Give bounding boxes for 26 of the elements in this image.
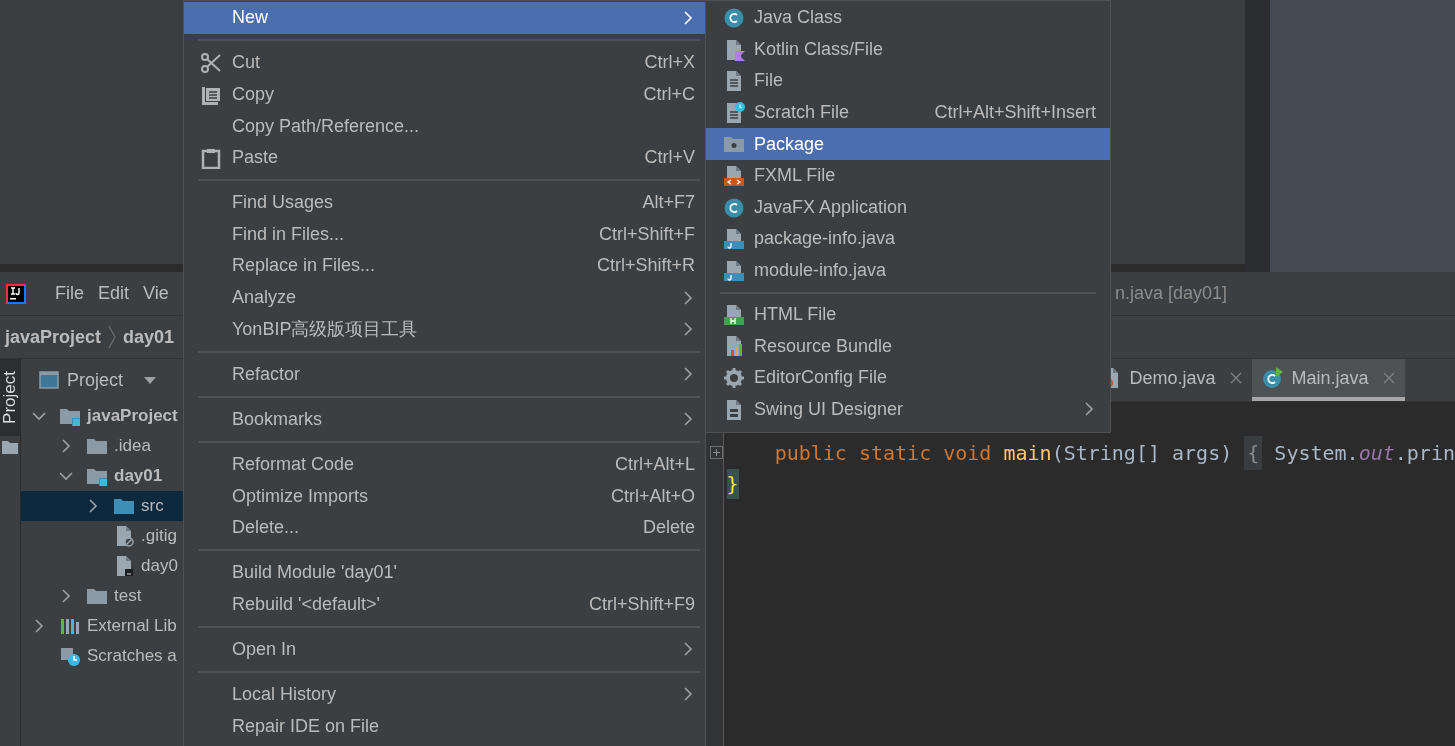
panel-title: Project	[67, 369, 124, 391]
shortcut-label: Ctrl+Alt+L	[614, 453, 695, 475]
window-title: n.java [day01]	[1114, 283, 1227, 304]
tree-item-label: day0	[141, 556, 178, 576]
shortcut-label: Ctrl+X	[644, 52, 695, 74]
shortcut-label: Ctrl+Shift+R	[596, 255, 695, 277]
shortcut-label: Alt+F7	[642, 192, 695, 214]
shortcut-label: Ctrl+Alt+O	[610, 485, 695, 507]
code-line: }	[726, 468, 1455, 499]
tab-label: Main.java	[1291, 367, 1369, 389]
shortcut-label: Ctrl+Alt+Shift+Insert	[934, 102, 1096, 124]
tree-item-label: javaProject	[87, 406, 178, 426]
shortcut-label: Ctrl+Shift+F	[598, 223, 695, 245]
shortcut-label: Ctrl+C	[643, 84, 695, 105]
tree-item-label: .idea	[114, 436, 151, 456]
tree-item-label: .gitig	[141, 526, 177, 546]
tree-item-label: src	[141, 496, 164, 516]
code-line: public static void main(String[] args) { System.out.prin	[726, 437, 1455, 468]
tree-item-label: Scratches a	[87, 646, 177, 666]
tree-item-label: External Lib	[87, 616, 177, 636]
shortcut-label: Ctrl+Shift+F9	[588, 593, 695, 615]
shortcut-label: Delete	[642, 517, 695, 539]
tab-label: Demo.java	[1129, 367, 1216, 389]
shortcut-label: Ctrl+V	[644, 147, 695, 169]
tree-item-label: test	[114, 586, 142, 606]
tree-item-label: day01	[114, 466, 163, 486]
